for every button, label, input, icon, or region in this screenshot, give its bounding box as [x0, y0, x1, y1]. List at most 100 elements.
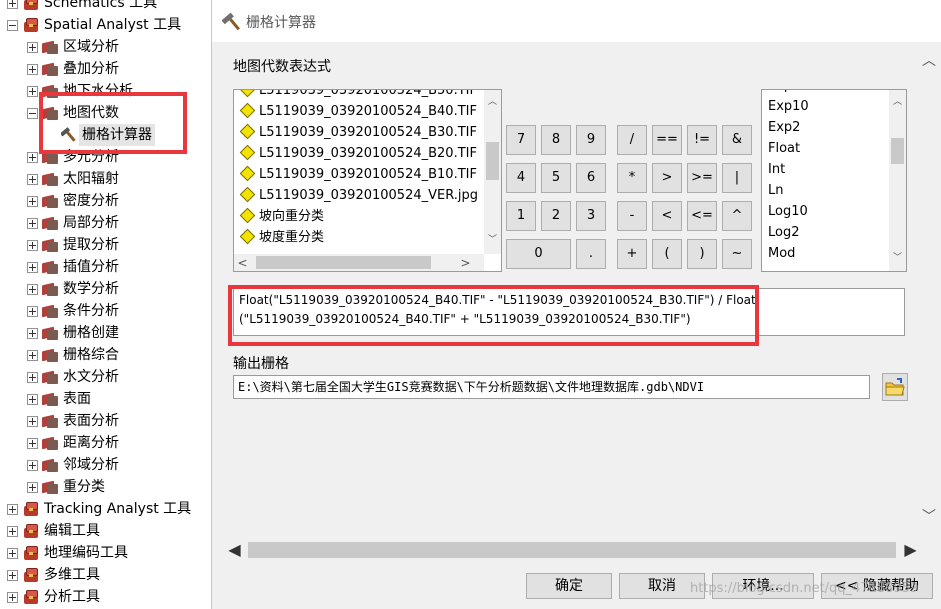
tree-item[interactable]: 分析工具 [0, 586, 211, 608]
key-button[interactable]: * [617, 163, 647, 193]
key-button[interactable]: ~ [722, 239, 752, 269]
key-button[interactable]: 1 [506, 201, 536, 231]
function-list-item[interactable]: Mod [768, 243, 795, 264]
expand-icon[interactable] [7, 526, 18, 537]
collapse-icon[interactable] [7, 20, 18, 31]
key-button[interactable]: 6 [576, 163, 606, 193]
tree-item[interactable]: 地理编码工具 [0, 542, 211, 564]
expand-icon[interactable] [27, 152, 38, 163]
key-button[interactable]: ( [652, 239, 682, 269]
expand-icon[interactable] [27, 306, 38, 317]
scroll-up-icon[interactable]: ︿ [889, 94, 906, 107]
function-list-vscrollbar[interactable]: ︿ ﹀ [889, 90, 906, 271]
key-button[interactable]: 0 [506, 239, 571, 269]
tree-item[interactable]: Tracking Analyst 工具 [0, 498, 211, 520]
layer-list-item[interactable]: L5119039_03920100524_VER.jpg [238, 185, 478, 206]
scroll-thumb[interactable] [486, 142, 499, 180]
scroll-right-icon[interactable]: > [457, 256, 474, 270]
expand-icon[interactable] [7, 570, 18, 581]
key-button[interactable]: 5 [541, 163, 571, 193]
function-list[interactable]: ExpExp10Exp2FloatIntLnLog10Log2Mod ︿ ﹀ [761, 89, 907, 272]
tree-item[interactable]: 重分类 [0, 476, 211, 498]
tree-item[interactable]: 条件分析 [0, 300, 211, 322]
key-button[interactable]: == [652, 125, 682, 155]
tree-item[interactable]: 区域分析 [0, 36, 211, 58]
key-button[interactable]: | [722, 163, 752, 193]
tree-item[interactable]: 数学分析 [0, 278, 211, 300]
tree-item[interactable]: 多维工具 [0, 564, 211, 586]
layer-list-item[interactable]: 坡度重分类 [238, 227, 324, 248]
expand-icon[interactable] [27, 42, 38, 53]
function-list-item[interactable]: Int [768, 159, 785, 180]
key-button[interactable]: 8 [541, 125, 571, 155]
dialog-hscrollbar[interactable]: ◀ ▶ [226, 540, 921, 560]
key-button[interactable]: - [617, 201, 647, 231]
expand-icon[interactable] [27, 86, 38, 97]
tree-item[interactable]: Spatial Analyst 工具 [0, 14, 211, 36]
expand-icon[interactable] [27, 64, 38, 75]
scroll-hthumb[interactable] [248, 542, 896, 558]
key-button[interactable]: != [687, 125, 717, 155]
layer-list-item[interactable]: L5119039_03920100524_B40.TIF [238, 101, 477, 122]
scroll-left-icon[interactable]: ◀ [226, 540, 243, 559]
expand-icon[interactable] [27, 438, 38, 449]
tree-item[interactable]: 太阳辐射 [0, 168, 211, 190]
expand-icon[interactable] [27, 482, 38, 493]
scroll-thumb[interactable] [891, 138, 904, 164]
tree-item[interactable]: 编辑工具 [0, 520, 211, 542]
layer-list-item[interactable]: L5119039_03920100524_B20.TIF [238, 143, 477, 164]
key-button[interactable]: ^ [722, 201, 752, 231]
key-button[interactable]: <= [687, 201, 717, 231]
expand-icon[interactable] [27, 218, 38, 229]
key-button[interactable]: > [652, 163, 682, 193]
key-button[interactable]: 2 [541, 201, 571, 231]
key-button[interactable]: < [652, 201, 682, 231]
expand-icon[interactable] [7, 504, 18, 515]
tree-item[interactable]: 表面 [0, 388, 211, 410]
dialog-vscrollbar[interactable]: ︿ ﹀ [919, 50, 939, 530]
layer-list-item[interactable]: L5119039_03920100524_B50.TIF [238, 90, 477, 101]
layer-list-item[interactable]: L5119039_03920100524_B30.TIF [238, 122, 477, 143]
browse-folder-button[interactable] [882, 373, 908, 401]
key-button[interactable]: 7 [506, 125, 536, 155]
expand-icon[interactable] [27, 174, 38, 185]
layer-list-vscrollbar[interactable]: ︿ ﹀ [484, 90, 501, 254]
scroll-down-icon[interactable]: ﹀ [919, 506, 939, 526]
tree-item[interactable]: 表面分析 [0, 410, 211, 432]
key-button[interactable]: 9 [576, 125, 606, 155]
tree-item[interactable]: 提取分析 [0, 234, 211, 256]
scroll-down-icon[interactable]: ﹀ [484, 232, 501, 245]
tree-item[interactable]: 栅格创建 [0, 322, 211, 344]
scroll-up-icon[interactable]: ︿ [919, 50, 939, 70]
tree-item[interactable]: Schematics 工具 [0, 0, 211, 14]
tree-item[interactable]: 栅格综合 [0, 344, 211, 366]
key-button[interactable]: . [576, 239, 606, 269]
tree-item[interactable]: 局部分析 [0, 212, 211, 234]
tree-item[interactable]: 距离分析 [0, 432, 211, 454]
layer-list-item[interactable]: L5119039_03920100524_B10.TIF [238, 164, 477, 185]
layer-list[interactable]: L5119039_03920100524_B50.TIF L5119039_039… [233, 89, 502, 272]
key-button[interactable]: 4 [506, 163, 536, 193]
expand-icon[interactable] [7, 548, 18, 559]
expand-icon[interactable] [27, 460, 38, 471]
key-button[interactable]: + [617, 239, 647, 269]
collapse-icon[interactable] [27, 108, 38, 119]
key-button[interactable]: ) [687, 239, 717, 269]
expand-icon[interactable] [27, 416, 38, 427]
output-raster-field[interactable]: E:\资料\第七届全国大学生GIS竞赛数据\下午分析题数据\文件地理数据库.gd… [233, 375, 870, 399]
expand-icon[interactable] [7, 0, 18, 9]
function-list-item[interactable]: Exp [768, 90, 792, 96]
function-list-item[interactable]: Exp10 [768, 96, 809, 117]
expand-icon[interactable] [27, 284, 38, 295]
key-button[interactable]: >= [687, 163, 717, 193]
layer-list-item[interactable]: 坡向重分类 [238, 206, 324, 227]
function-list-item[interactable]: Ln [768, 180, 783, 201]
key-button[interactable]: & [722, 125, 752, 155]
scroll-left-icon[interactable]: < [234, 256, 251, 270]
scroll-up-icon[interactable]: ︿ [484, 94, 501, 107]
ok-button[interactable]: 确定 [526, 573, 612, 599]
tree-item[interactable]: 密度分析 [0, 190, 211, 212]
expand-icon[interactable] [27, 240, 38, 251]
function-list-item[interactable]: Exp2 [768, 117, 800, 138]
expand-icon[interactable] [27, 196, 38, 207]
